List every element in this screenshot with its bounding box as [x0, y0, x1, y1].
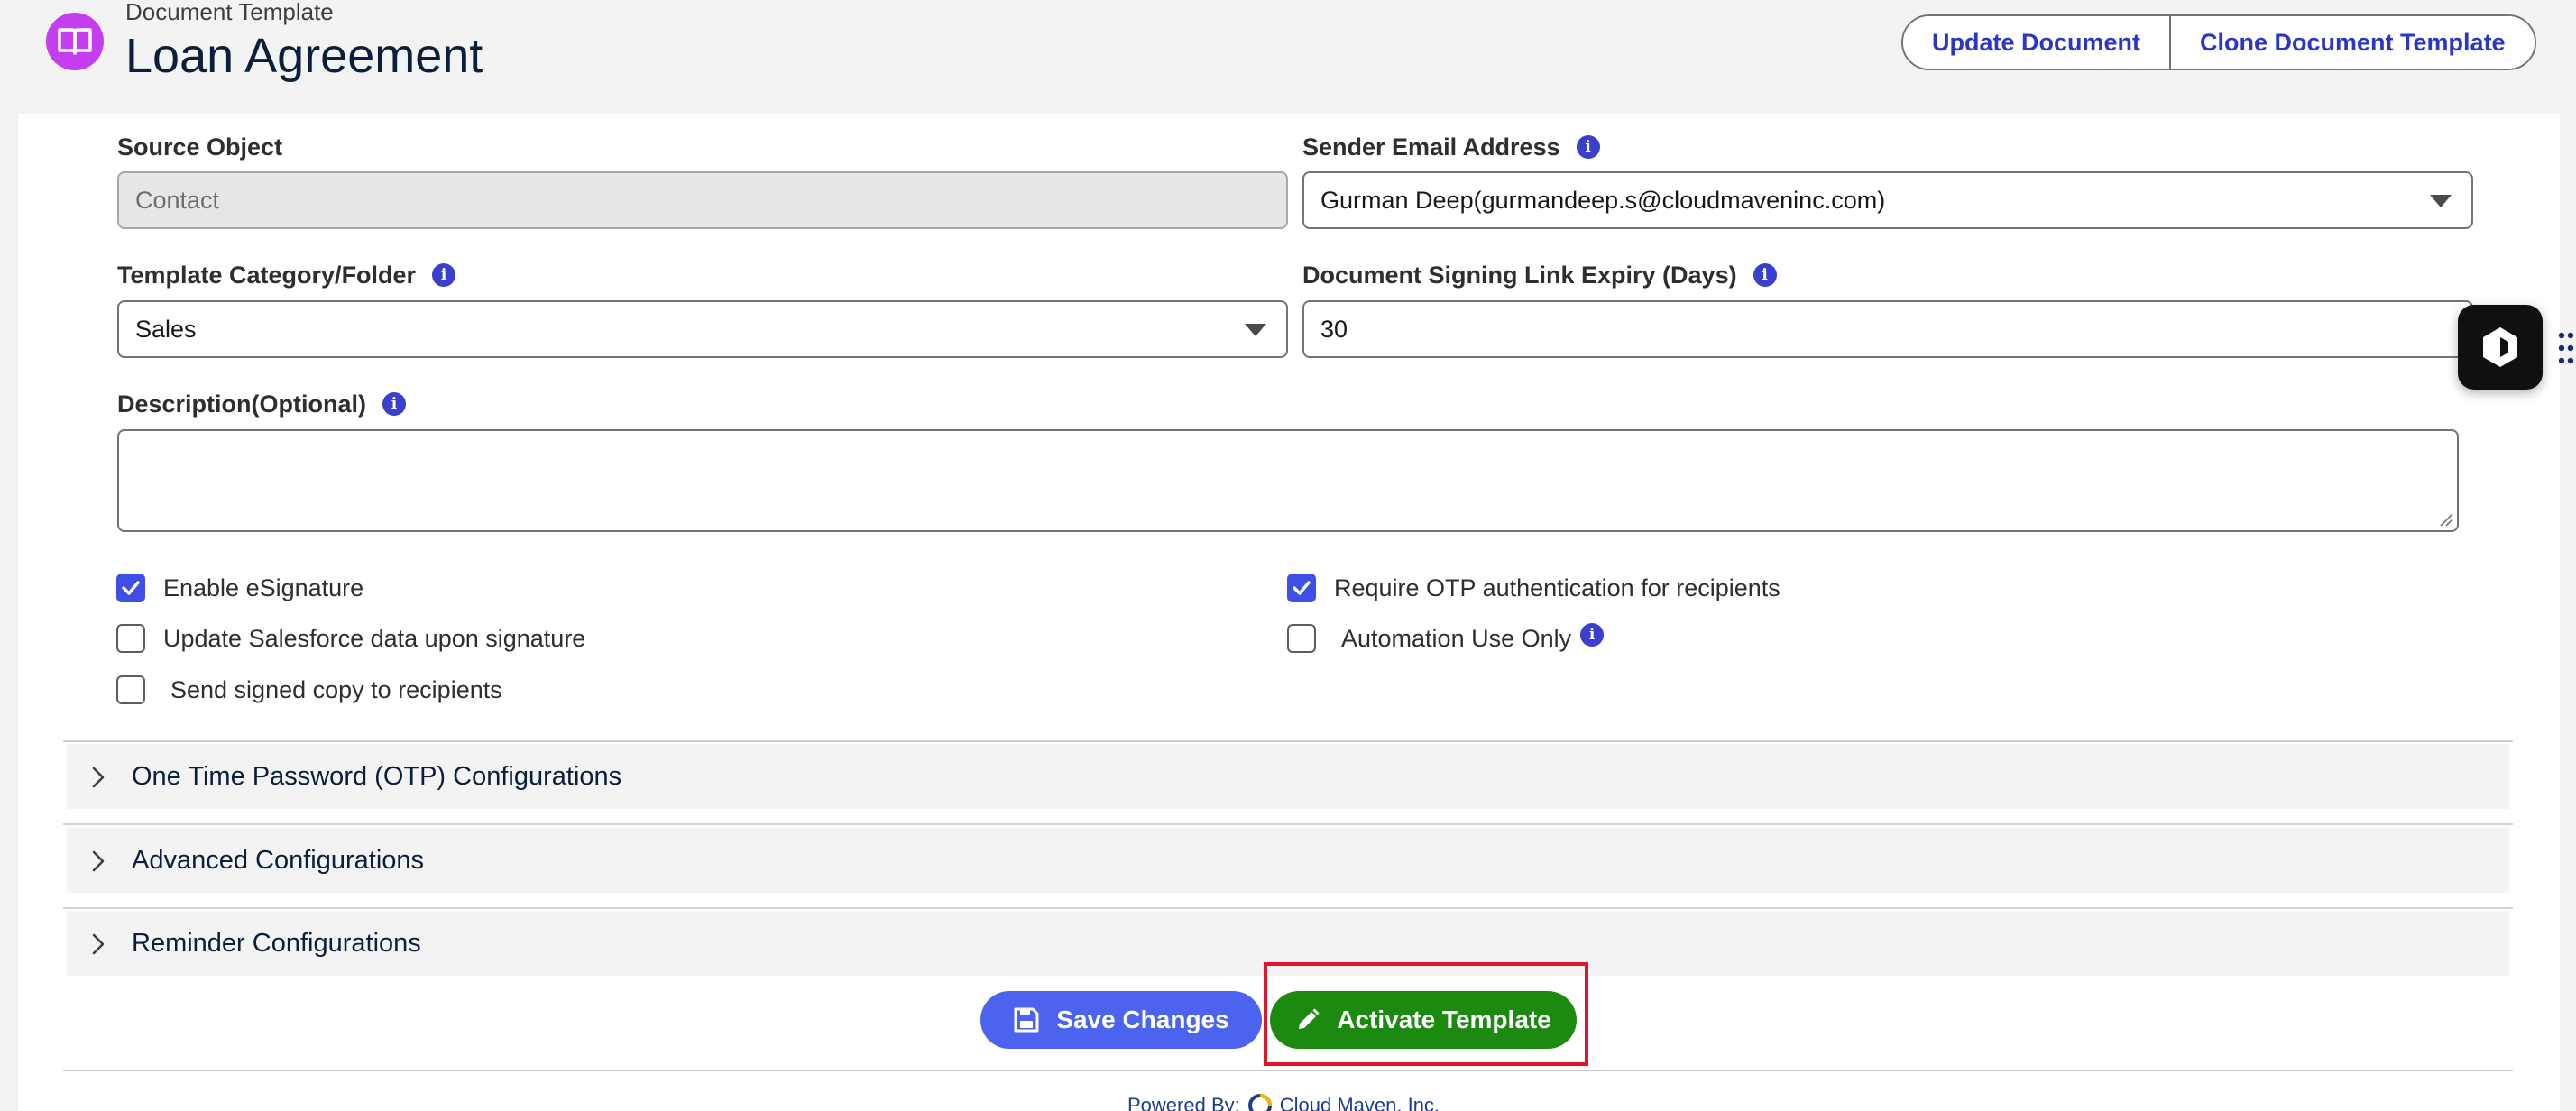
description-label: Description(Optional) i: [117, 390, 406, 418]
page-title: Loan Agreement: [125, 29, 483, 83]
signing-link-expiry-label: Document Signing Link Expiry (Days) i: [1302, 261, 1777, 289]
otp-config-accordion[interactable]: One Time Password (OTP) Configurations: [67, 744, 2509, 809]
chevron-right-icon: [92, 850, 105, 872]
advanced-config-accordion[interactable]: Advanced Configurations: [67, 828, 2509, 893]
update-salesforce-option[interactable]: Update Salesforce data upon signature: [116, 624, 585, 653]
section-divider: [63, 907, 2513, 909]
enable-esignature-checkbox[interactable]: [116, 574, 145, 602]
section-divider: [63, 740, 2513, 742]
template-category-label: Template Category/Folder i: [117, 261, 456, 289]
floating-assistant-button[interactable]: [2458, 305, 2543, 390]
dropdown-caret-icon: [1245, 324, 1266, 336]
section-divider: [63, 823, 2513, 825]
chevron-right-icon: [92, 767, 105, 788]
dropdown-caret-icon: [2430, 195, 2452, 207]
checkmark-icon: [122, 581, 140, 595]
header-button-group: Update Document Clone Document Template: [1901, 14, 2536, 70]
require-otp-checkbox[interactable]: [1287, 574, 1316, 602]
page: Document Template Loan Agreement Update …: [0, 0, 2576, 1111]
signing-link-expiry-input[interactable]: 30: [1302, 300, 2473, 358]
footer-divider: [63, 1070, 2513, 1071]
chevron-right-icon: [92, 933, 105, 955]
update-document-button[interactable]: Update Document: [1903, 16, 2170, 69]
sender-email-label: Sender Email Address i: [1302, 133, 1600, 161]
cloud-maven-logo-icon: [1247, 1094, 1272, 1111]
info-icon[interactable]: i: [1580, 623, 1605, 647]
info-icon[interactable]: i: [1753, 263, 1777, 287]
clone-template-button[interactable]: Clone Document Template: [2169, 16, 2535, 69]
drag-handle-icon[interactable]: [2557, 330, 2575, 366]
highlight-annotation-box: [1264, 962, 1588, 1066]
source-object-field: Contact: [117, 171, 1288, 229]
page-eyebrow: Document Template: [125, 0, 334, 25]
page-header: Document Template Loan Agreement Update …: [0, 0, 2576, 114]
require-otp-option[interactable]: Require OTP authentication for recipient…: [1287, 574, 1780, 602]
template-category-select[interactable]: Sales: [117, 300, 1288, 358]
enable-esignature-option[interactable]: Enable eSignature: [116, 574, 363, 602]
update-salesforce-checkbox[interactable]: [116, 624, 145, 653]
save-changes-button[interactable]: Save Changes: [980, 991, 1262, 1049]
send-signed-copy-option[interactable]: Send signed copy to recipients: [116, 675, 502, 704]
info-icon[interactable]: i: [382, 392, 406, 416]
checkmark-icon: [1293, 581, 1311, 595]
floppy-disk-icon: [1014, 1007, 1039, 1033]
automation-only-option[interactable]: Automation Use Only i: [1287, 623, 1605, 653]
description-textarea[interactable]: [117, 429, 2459, 532]
info-icon[interactable]: i: [432, 263, 456, 287]
automation-only-checkbox[interactable]: [1287, 624, 1316, 653]
powered-by-footer: Powered By: Cloud Maven, Inc.: [1127, 1093, 1440, 1111]
info-icon[interactable]: i: [1576, 135, 1600, 159]
hexagon-logo-icon: [2483, 327, 2517, 367]
send-signed-copy-checkbox[interactable]: [116, 675, 145, 704]
sender-email-select[interactable]: Gurman Deep(gurmandeep.s@cloudmaveninc.c…: [1302, 171, 2473, 229]
source-object-label: Source Object: [117, 133, 283, 161]
book-icon: [46, 13, 104, 70]
resize-grip-icon[interactable]: [2439, 512, 2453, 527]
